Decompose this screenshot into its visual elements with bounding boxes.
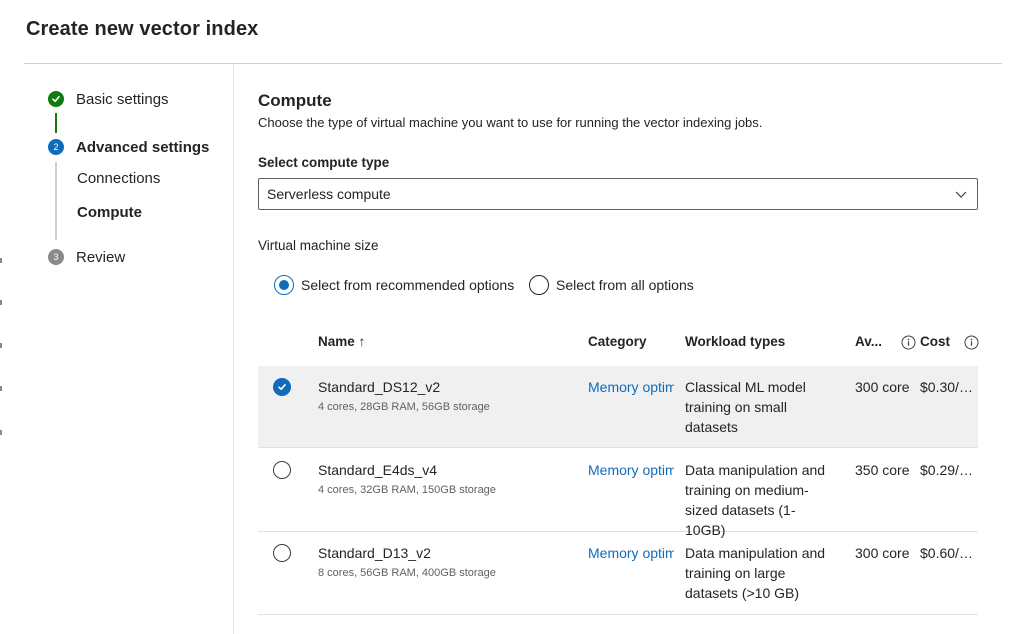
column-header-workload[interactable]: Workload types xyxy=(685,334,785,349)
section-description: Choose the type of virtual machine you w… xyxy=(258,115,763,130)
step-basic-settings[interactable]: Basic settings xyxy=(76,91,169,108)
vm-size-label: Virtual machine size xyxy=(258,238,379,253)
vm-name: Standard_D13_v2 xyxy=(318,545,431,561)
radio-unselected-icon xyxy=(529,275,549,295)
column-header-name[interactable]: Name ↑ xyxy=(318,334,365,349)
vm-name: Standard_E4ds_v4 xyxy=(318,462,438,478)
compute-type-label: Select compute type xyxy=(258,155,390,170)
row-selected-check-icon[interactable] xyxy=(273,378,291,396)
vm-specs: 4 cores, 28GB RAM, 56GB storage xyxy=(318,401,490,413)
step-connector xyxy=(55,113,57,133)
step-2-icon: 2 xyxy=(48,139,64,155)
info-icon[interactable] xyxy=(901,335,916,350)
row-radio-icon[interactable] xyxy=(273,544,291,562)
column-header-availability[interactable]: Av... xyxy=(855,334,882,349)
radio-recommended[interactable]: Select from recommended options xyxy=(274,274,514,296)
vm-cost: $0.30/hr... xyxy=(920,379,980,395)
step-review[interactable]: Review xyxy=(76,249,125,266)
vm-cost: $0.60/hr... xyxy=(920,545,980,561)
info-icon[interactable] xyxy=(964,335,979,350)
vm-cost: $0.29/hr... xyxy=(920,462,980,478)
nav-divider xyxy=(233,64,234,634)
radio-all-options-label: Select from all options xyxy=(556,277,694,293)
step-advanced-settings[interactable]: Advanced settings xyxy=(76,139,209,156)
vm-specs: 8 cores, 56GB RAM, 400GB storage xyxy=(318,567,496,579)
vm-specs: 4 cores, 32GB RAM, 150GB storage xyxy=(318,484,496,496)
vm-workload: Classical ML model training on small dat… xyxy=(685,379,806,435)
substep-connector xyxy=(55,162,57,240)
compute-type-value: Serverless compute xyxy=(267,186,391,202)
vm-availability: 350 core xyxy=(855,462,910,478)
vm-workload: Data manipulation and training on large … xyxy=(685,545,826,601)
substep-compute[interactable]: Compute xyxy=(77,204,142,221)
vm-category-link[interactable]: Memory optimized xyxy=(588,462,674,478)
row-radio-icon[interactable] xyxy=(273,461,291,479)
vm-name: Standard_DS12_v2 xyxy=(318,379,441,395)
radio-selected-icon xyxy=(274,275,294,295)
vm-availability: 300 core xyxy=(855,545,910,561)
chevron-down-icon xyxy=(955,191,967,198)
dialog-title: Create new vector index xyxy=(26,18,259,40)
vm-category-link[interactable]: Memory optimized xyxy=(588,379,674,395)
table-row[interactable]: Standard_D13_v2 8 cores, 56GB RAM, 400GB… xyxy=(258,532,980,615)
table-row[interactable]: Standard_E4ds_v4 4 cores, 32GB RAM, 150G… xyxy=(258,449,980,538)
radio-all-options[interactable]: Select from all options xyxy=(529,274,694,296)
checkmark-icon xyxy=(48,91,64,107)
section-title: Compute xyxy=(258,91,332,110)
header-divider xyxy=(24,63,1002,64)
compute-type-dropdown[interactable]: Serverless compute xyxy=(258,178,978,210)
column-header-category[interactable]: Category xyxy=(588,334,647,349)
vm-workload: Data manipulation and training on medium… xyxy=(685,462,826,538)
step-3-icon: 3 xyxy=(48,249,64,265)
table-row[interactable]: Standard_DS12_v2 4 cores, 28GB RAM, 56GB… xyxy=(258,366,980,448)
radio-recommended-label: Select from recommended options xyxy=(301,277,515,293)
vm-availability: 300 core xyxy=(855,379,910,395)
substep-connections[interactable]: Connections xyxy=(77,170,160,187)
column-header-cost[interactable]: Cost xyxy=(920,334,950,349)
vm-category-link[interactable]: Memory optimized xyxy=(588,545,674,561)
